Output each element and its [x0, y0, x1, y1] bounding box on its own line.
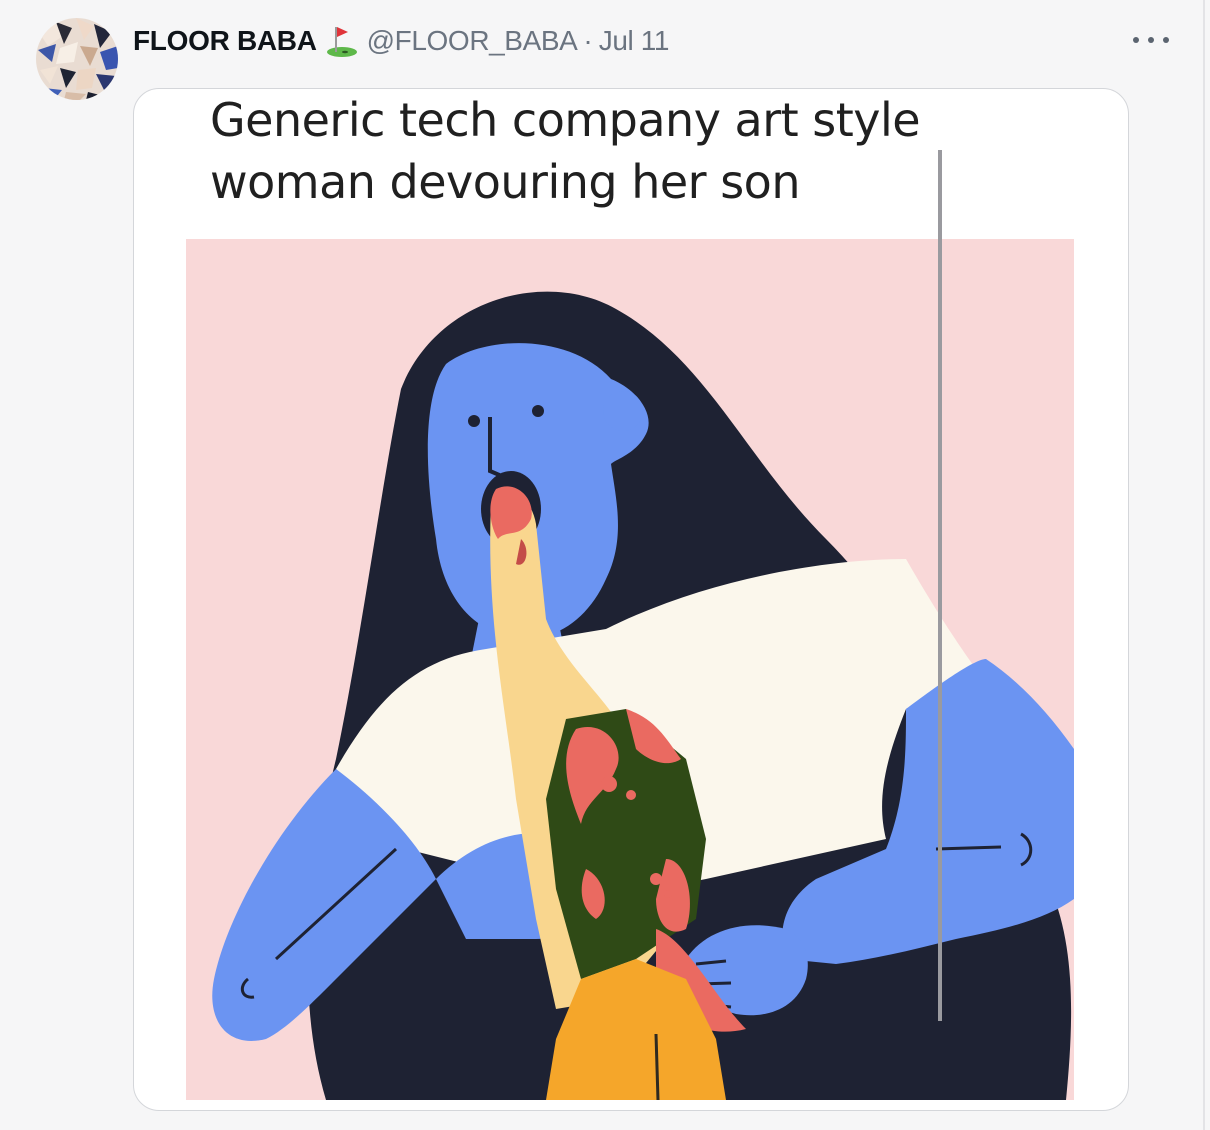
more-horizontal-icon[interactable]	[1133, 30, 1169, 50]
timeline-border	[1203, 0, 1205, 1130]
author-display-name[interactable]: FLOOR BABA	[133, 25, 317, 57]
meme-caption: Generic tech company art style woman dev…	[186, 89, 1076, 239]
meme-caption-line-1: Generic tech company art style	[210, 93, 921, 147]
avatar[interactable]	[36, 18, 118, 100]
meme-caption-line-2: woman devouring her son	[210, 155, 800, 209]
author-handle[interactable]: @FLOOR_BABA	[367, 25, 578, 57]
tweet-card: FLOOR BABA @FLOOR_BABA · Jul 11 Generic …	[0, 0, 1210, 1130]
golf-flag-icon	[325, 24, 359, 58]
tweet-media-image[interactable]: Generic tech company art style woman dev…	[133, 88, 1129, 1111]
tweet-header: FLOOR BABA @FLOOR_BABA · Jul 11	[133, 22, 669, 60]
header-separator: ·	[583, 25, 593, 56]
image-edge	[938, 150, 942, 1021]
tweet-date[interactable]: Jul 11	[599, 25, 670, 57]
